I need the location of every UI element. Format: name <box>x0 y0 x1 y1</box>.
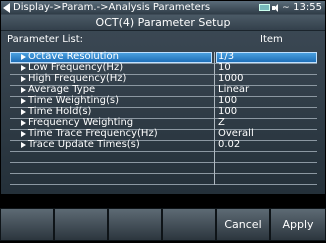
clock: 13:55 <box>293 2 322 13</box>
softkey-2[interactable] <box>54 208 108 241</box>
softkey-4[interactable] <box>162 208 216 241</box>
row-arrow-icon <box>21 87 26 93</box>
status-area: ~ 13:55 <box>259 1 322 14</box>
empty-row <box>10 173 317 185</box>
row-arrow-icon <box>21 142 26 148</box>
row-arrow-icon <box>21 120 26 126</box>
empty-row <box>10 151 317 163</box>
breadcrumb: Display->Param.->Analysis Parameters <box>13 2 211 13</box>
row-arrow-icon <box>21 54 26 60</box>
page-title: OCT(4) Parameter Setup <box>1 15 325 31</box>
apply-button[interactable]: Apply <box>270 208 326 241</box>
table-row[interactable]: Trace Update Times(s) 0.02 <box>10 139 317 152</box>
softkey-3[interactable] <box>108 208 162 241</box>
row-arrow-icon <box>21 109 26 115</box>
device-screen: Display->Param.->Analysis Parameters ~ 1… <box>0 0 326 243</box>
speaker-icon <box>272 3 280 12</box>
softkey-1[interactable] <box>0 208 54 241</box>
item-column-label: Item <box>260 34 283 45</box>
softkey-bar: Cancel Apply <box>0 208 326 243</box>
back-arrow-icon[interactable] <box>3 3 10 13</box>
wave-icon: ~ <box>282 2 290 13</box>
parameter-name: Trace Update Times(s) <box>28 139 140 150</box>
row-arrow-icon <box>21 76 26 82</box>
row-arrow-icon <box>21 65 26 71</box>
row-arrow-icon <box>21 98 26 104</box>
row-arrow-icon <box>21 131 26 137</box>
cancel-button[interactable]: Cancel <box>216 208 270 241</box>
parameter-table: Octave Resolution 1/3 Low Frequency(Hz) … <box>10 51 317 185</box>
column-divider <box>214 52 215 185</box>
parameter-list-label: Parameter List: <box>7 34 84 45</box>
title-bar: Display->Param.->Analysis Parameters ~ 1… <box>1 1 325 14</box>
pc-connection-icon <box>259 4 271 11</box>
parameter-value[interactable]: 0.02 <box>218 139 240 151</box>
empty-row <box>10 162 317 174</box>
